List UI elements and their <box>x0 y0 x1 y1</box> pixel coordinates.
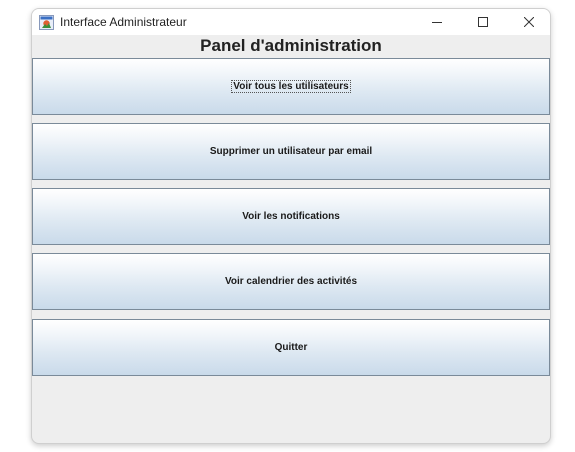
view-activity-calendar-label: Voir calendrier des activités <box>224 276 358 287</box>
delete-user-by-email-button[interactable]: Supprimer un utilisateur par email <box>32 123 550 180</box>
close-icon <box>524 17 534 27</box>
view-notifications-button[interactable]: Voir les notifications <box>32 188 550 245</box>
title-bar[interactable]: Interface Administrateur <box>32 9 550 35</box>
view-all-users-button[interactable]: Voir tous les utilisateurs <box>32 58 550 115</box>
maximize-button[interactable] <box>460 9 506 35</box>
quit-button[interactable]: Quitter <box>32 319 550 376</box>
view-all-users-label: Voir tous les utilisateurs <box>231 80 351 93</box>
minimize-icon <box>432 22 442 23</box>
admin-window: Interface Administrateur Panel d'adminis… <box>31 8 551 444</box>
view-notifications-label: Voir les notifications <box>242 211 340 222</box>
desktop: Interface Administrateur Panel d'adminis… <box>0 0 575 452</box>
quit-label: Quitter <box>274 342 308 353</box>
delete-user-by-email-label: Supprimer un utilisateur par email <box>209 146 373 157</box>
close-button[interactable] <box>506 9 550 35</box>
page-title: Panel d'administration <box>200 36 382 55</box>
window-title: Interface Administrateur <box>60 15 187 29</box>
maximize-icon <box>478 17 488 27</box>
java-app-icon <box>39 15 54 30</box>
view-activity-calendar-button[interactable]: Voir calendrier des activités <box>32 253 550 310</box>
minimize-button[interactable] <box>414 9 460 35</box>
